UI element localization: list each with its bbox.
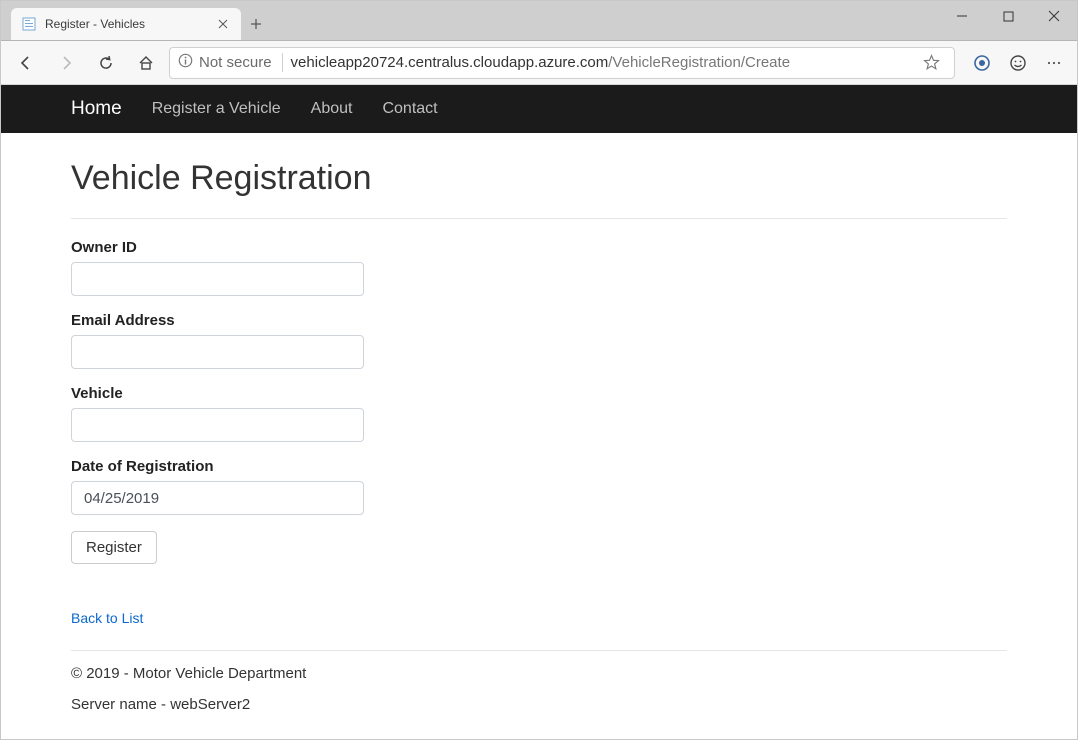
page-container: Vehicle Registration Owner ID Email Addr… [1,133,1077,743]
forward-button[interactable] [49,46,83,80]
footer-server: Server name - webServer2 [71,696,1007,713]
email-label: Email Address [71,312,1007,329]
submit-group: Register [71,531,1007,564]
owner-id-label: Owner ID [71,239,1007,256]
navbar-contact-link[interactable]: Contact [382,100,437,118]
date-label: Date of Registration [71,458,1007,475]
back-button[interactable] [9,46,43,80]
date-group: Date of Registration [71,458,1007,515]
navbar-register-link[interactable]: Register a Vehicle [152,100,281,118]
url-path: /VehicleRegistration/Create [608,54,790,71]
extension-icon[interactable] [967,48,997,78]
footer-divider [71,650,1007,651]
security-badge[interactable]: Not secure [178,53,283,72]
smile-feedback-icon[interactable] [1003,48,1033,78]
navbar-about-link[interactable]: About [311,100,353,118]
home-button[interactable] [129,46,163,80]
security-label: Not secure [199,54,272,71]
window-minimize-button[interactable] [939,0,985,32]
page-title: Vehicle Registration [71,159,1007,198]
header-divider [71,218,1007,219]
browser-tab-strip: Register - Vehicles [1,1,1077,41]
browser-tab[interactable]: Register - Vehicles [11,8,241,40]
owner-id-group: Owner ID [71,239,1007,296]
toolbar-right [967,48,1069,78]
tab-close-icon[interactable] [215,16,231,32]
browser-toolbar: Not secure vehicleapp20724.centralus.clo… [1,41,1077,85]
new-tab-button[interactable] [241,8,271,40]
window-controls [939,0,1077,40]
date-input[interactable] [71,481,364,515]
page-favicon-icon [21,16,37,32]
vehicle-label: Vehicle [71,385,1007,402]
url-text: vehicleapp20724.centralus.cloudapp.azure… [291,54,908,71]
site-navbar: Home Register a Vehicle About Contact [1,85,1077,133]
register-button[interactable]: Register [71,531,157,564]
bookmark-star-icon[interactable] [916,48,946,78]
email-group: Email Address [71,312,1007,369]
vehicle-group: Vehicle [71,385,1007,442]
info-icon [178,53,193,72]
url-host: vehicleapp20724.centralus.cloudapp.azure… [291,54,609,71]
url-bar[interactable]: Not secure vehicleapp20724.centralus.clo… [169,47,955,79]
back-to-list-link[interactable]: Back to List [71,610,143,626]
navbar-home-link[interactable]: Home [71,98,122,120]
vehicle-input[interactable] [71,408,364,442]
owner-id-input[interactable] [71,262,364,296]
window-close-button[interactable] [1031,0,1077,32]
email-input[interactable] [71,335,364,369]
footer-copyright: © 2019 - Motor Vehicle Department [71,665,1007,682]
window-maximize-button[interactable] [985,0,1031,32]
refresh-button[interactable] [89,46,123,80]
more-menu-icon[interactable] [1039,48,1069,78]
tab-title: Register - Vehicles [45,17,215,31]
